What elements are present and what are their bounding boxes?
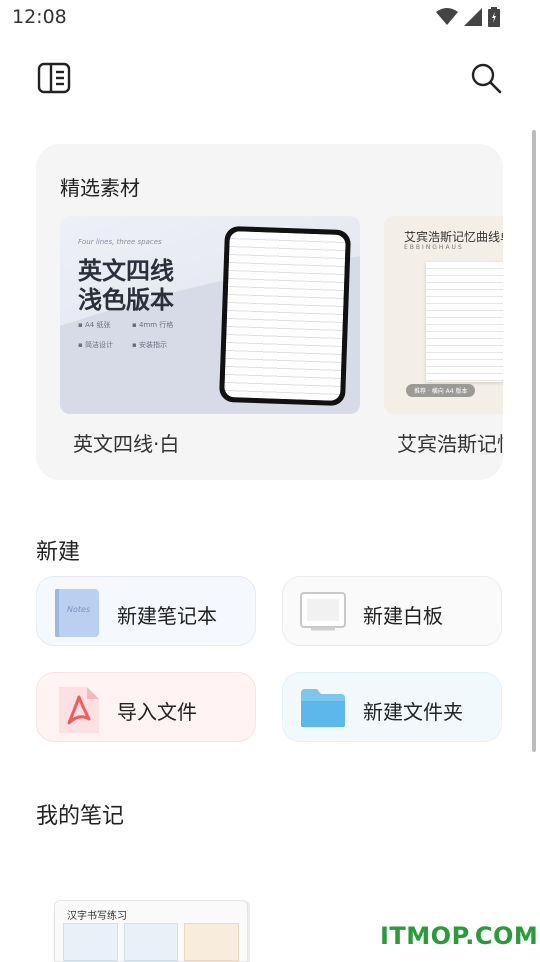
- card-heading-line2: 浅色版本: [78, 285, 174, 314]
- notebook-cover-text: Notes: [67, 605, 91, 614]
- new-whiteboard-label: 新建白板: [363, 604, 443, 628]
- import-file-label: 导入文件: [117, 700, 197, 724]
- worksheet-preview: [426, 262, 503, 382]
- status-icons: [436, 7, 500, 27]
- sidebar-icon: [37, 62, 71, 94]
- cellular-signal-icon: [464, 8, 482, 26]
- new-folder-label: 新建文件夹: [363, 700, 463, 724]
- new-notebook-label: 新建笔记本: [117, 604, 217, 628]
- featured-title: 精选素材: [60, 176, 140, 200]
- card-caption-ebbinghaus: 艾宾浩斯记忆曲线: [397, 432, 503, 456]
- card2-heading: 艾宾浩斯记忆曲线单: [404, 230, 503, 244]
- status-time: 12:08: [12, 6, 67, 28]
- card-bullet: ▪ 4mm 行格: [132, 321, 174, 329]
- card-heading-line1: 英文四线: [78, 256, 174, 285]
- status-bar: 12:08: [0, 0, 540, 36]
- folder-icon: [301, 689, 345, 727]
- watermark-text: ITMOP.COM: [380, 922, 539, 950]
- card-bullet: ▪ 安装指示: [132, 341, 167, 349]
- scrollbar[interactable]: [532, 130, 536, 752]
- card2-badge: 推荐 · 横向 A4 版本: [406, 384, 476, 397]
- my-notes-title: 我的笔记: [36, 804, 125, 829]
- card2-subtitle: EBBINGHAUS: [404, 244, 464, 251]
- search-icon: [471, 63, 502, 94]
- featured-materials-panel: 精选素材 Four lines, three spaces 英文四线 浅色版本 …: [36, 144, 503, 480]
- import-file-button[interactable]: 导入文件: [36, 672, 256, 742]
- note-thumb-content: [63, 923, 240, 961]
- notebook-icon: Notes: [55, 589, 99, 637]
- search-button[interactable]: [468, 60, 504, 96]
- tablet-mockup: [218, 225, 352, 407]
- note-thumbnail[interactable]: 汉字书写练习: [54, 900, 248, 962]
- new-folder-button[interactable]: 新建文件夹: [282, 672, 502, 742]
- new-whiteboard-button[interactable]: 新建白板: [282, 576, 502, 646]
- wifi-icon: [436, 8, 458, 25]
- card-script-text: Four lines, three spaces: [78, 238, 162, 246]
- card-caption-english-four-lines: 英文四线·白: [73, 432, 180, 456]
- new-notebook-button[interactable]: Notes 新建笔记本: [36, 576, 256, 646]
- template-card-ebbinghaus[interactable]: 艾宾浩斯记忆曲线单 EBBINGHAUS 推荐 · 横向 A4 版本: [384, 216, 503, 414]
- whiteboard-icon: [300, 592, 346, 631]
- card-bullet: ▪ 简洁设计: [78, 341, 113, 349]
- card-bullet: ▪ A4 纸张: [78, 321, 111, 329]
- note-thumb-title: 汉字书写练习: [67, 911, 127, 922]
- new-section-title: 新建: [36, 540, 81, 565]
- battery-icon: [488, 7, 500, 27]
- sidebar-toggle-button[interactable]: [36, 60, 72, 96]
- template-card-english-four-lines[interactable]: Four lines, three spaces 英文四线 浅色版本 ▪ A4 …: [60, 216, 360, 414]
- pdf-file-icon: [59, 687, 99, 733]
